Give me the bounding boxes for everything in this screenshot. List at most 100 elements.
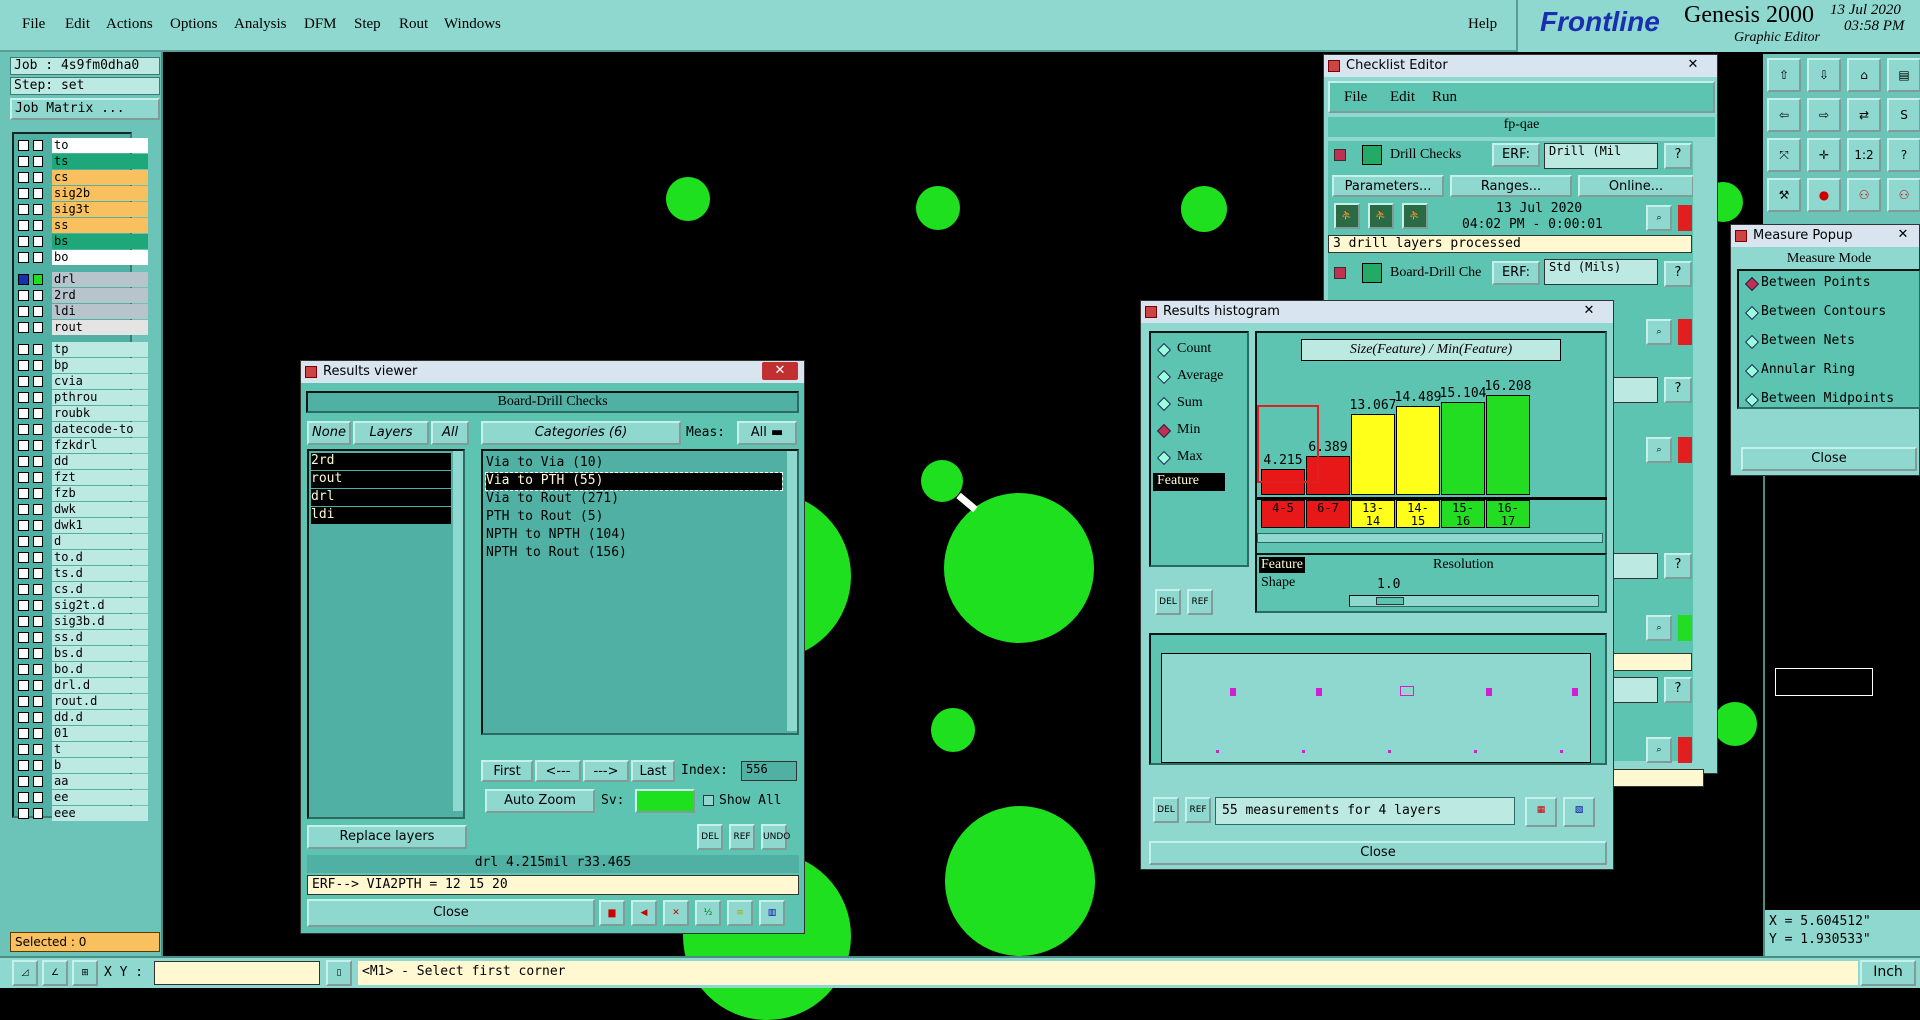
last-button[interactable]: Last (631, 760, 675, 782)
layer-row[interactable]: ts.d (17, 566, 148, 581)
list-item[interactable]: drl (311, 489, 451, 506)
layer-swatch[interactable] (33, 648, 43, 659)
zoom-icon[interactable]: ⌕ (1646, 319, 1672, 345)
layer-swatch[interactable] (33, 252, 43, 263)
zoom-fit-icon[interactable]: ⤧ (1767, 138, 1801, 172)
layer-swatch[interactable] (33, 664, 43, 675)
layer-checkbox[interactable] (18, 140, 29, 151)
point-icon[interactable]: ● (1807, 178, 1841, 212)
layer-checkbox[interactable] (18, 712, 29, 723)
close-button[interactable]: Close (307, 899, 595, 927)
layer-checkbox[interactable] (18, 600, 29, 611)
histogram-bar[interactable] (1486, 395, 1530, 495)
layer-swatch[interactable] (33, 156, 43, 167)
menu-windows[interactable]: Windows (444, 16, 501, 33)
help-icon[interactable]: ? (1664, 677, 1692, 703)
layer-checkbox[interactable] (18, 552, 29, 563)
layer-checkbox[interactable] (18, 440, 29, 451)
help-icon[interactable]: ? (1664, 553, 1692, 579)
menu-actions[interactable]: Actions (106, 16, 153, 33)
layer-row[interactable]: cs (17, 170, 148, 185)
layer-swatch[interactable] (33, 472, 43, 483)
layer-checkbox[interactable] (18, 220, 29, 231)
layer-checkbox[interactable] (18, 680, 29, 691)
menu-options[interactable]: Options (170, 16, 218, 33)
feature-list-item[interactable]: Feature (1153, 473, 1225, 491)
zoom-icon[interactable]: ⌕ (1646, 737, 1672, 763)
layer-row[interactable]: sig3t (17, 202, 148, 217)
layer-swatch[interactable] (33, 744, 43, 755)
layer-list[interactable]: to ts cs sig2b sig3t ss bs bo drl 2rd ldi rout tp bp c… (12, 132, 148, 821)
layer-swatch[interactable] (33, 568, 43, 579)
ref-button[interactable]: REF (729, 824, 755, 850)
layer-row[interactable]: to (17, 138, 148, 153)
layer-row[interactable]: dd (17, 454, 148, 469)
layer-swatch[interactable] (33, 488, 43, 499)
layer-row[interactable]: t (17, 742, 148, 757)
layer-swatch[interactable] (33, 360, 43, 371)
checklist-menu-file[interactable]: File (1344, 89, 1367, 106)
layer-swatch[interactable] (33, 696, 43, 707)
layer-checkbox[interactable] (18, 472, 29, 483)
layer-row[interactable]: sig3b.d (17, 614, 148, 629)
layer-row[interactable]: sig2b (17, 186, 148, 201)
menu-analysis[interactable]: Analysis (234, 16, 287, 33)
radio-count[interactable] (1156, 342, 1172, 358)
categories-button[interactable]: Categories (6) (481, 421, 681, 445)
del-button[interactable]: DEL (697, 824, 723, 850)
layer-row[interactable]: ss.d (17, 630, 148, 645)
histogram-bar[interactable] (1441, 402, 1485, 495)
histogram-titlebar[interactable]: Results histogram ✕ (1141, 301, 1613, 323)
layer-swatch[interactable] (33, 220, 43, 231)
layer-swatch[interactable] (33, 600, 43, 611)
radio-between-contours[interactable] (1744, 305, 1760, 321)
layer-row[interactable]: bo (17, 250, 148, 265)
histogram-close-button[interactable]: Close (1149, 841, 1607, 865)
radio-between-nets[interactable] (1744, 334, 1760, 350)
results-viewer-titlebar[interactable]: Results viewer ✕ (301, 361, 804, 383)
histogram-icon[interactable]: ▆ (599, 900, 625, 926)
layer-swatch[interactable] (33, 584, 43, 595)
layer-row[interactable]: dwk1 (17, 518, 148, 533)
scrollbar[interactable] (787, 451, 797, 731)
layer-checkbox[interactable] (18, 204, 29, 215)
close-icon[interactable]: ✕ (1571, 302, 1607, 320)
layer-row[interactable]: fzb (17, 486, 148, 501)
measure-titlebar[interactable]: Measure Popup ✕ (1731, 225, 1919, 247)
layer-checkbox[interactable] (18, 360, 29, 371)
meas-select[interactable]: All ▬ (737, 421, 797, 445)
right-icon[interactable]: ⇨ (1807, 98, 1841, 132)
help-icon[interactable]: ? (1664, 377, 1692, 403)
layer-row[interactable]: fzkdrl (17, 438, 148, 453)
layer-checkbox[interactable] (18, 536, 29, 547)
layer-checkbox[interactable] (18, 520, 29, 531)
net2-icon[interactable]: ⚇ (1887, 178, 1920, 212)
layer-swatch[interactable] (33, 504, 43, 515)
units-select[interactable]: Inch (1860, 960, 1916, 986)
close-icon[interactable]: ✕ (762, 362, 798, 380)
scale-button[interactable]: 1:2 (1847, 138, 1881, 172)
menu-file[interactable]: File (22, 16, 45, 33)
run-icon[interactable]: ⛹ (1334, 203, 1360, 229)
none-button[interactable]: None (307, 421, 351, 445)
layer-row[interactable]: drl (17, 272, 148, 287)
run-step-icon[interactable]: ⛹ (1368, 203, 1394, 229)
numbers-icon[interactable]: ½ (695, 900, 721, 926)
del-button[interactable]: DEL (1155, 589, 1181, 615)
radio-between-points[interactable] (1744, 276, 1760, 292)
layer-checkbox[interactable] (18, 392, 29, 403)
index-field[interactable]: 556 (741, 761, 797, 781)
layer-checkbox[interactable] (18, 568, 29, 579)
layer-checkbox[interactable] (18, 792, 29, 803)
draw-line-icon[interactable]: ◿ (12, 960, 38, 986)
parameters-button[interactable]: Parameters... (1332, 175, 1444, 197)
layer-checkbox[interactable] (18, 760, 29, 771)
layer-row[interactable]: ldi (17, 304, 148, 319)
layer-swatch[interactable] (33, 712, 43, 723)
layer-checkbox[interactable] (18, 584, 29, 595)
layer-swatch[interactable] (33, 792, 43, 803)
next-button[interactable]: ---> (583, 760, 629, 782)
layer-checkbox[interactable] (18, 424, 29, 435)
menu-edit[interactable]: Edit (65, 16, 90, 33)
first-button[interactable]: First (481, 760, 533, 782)
